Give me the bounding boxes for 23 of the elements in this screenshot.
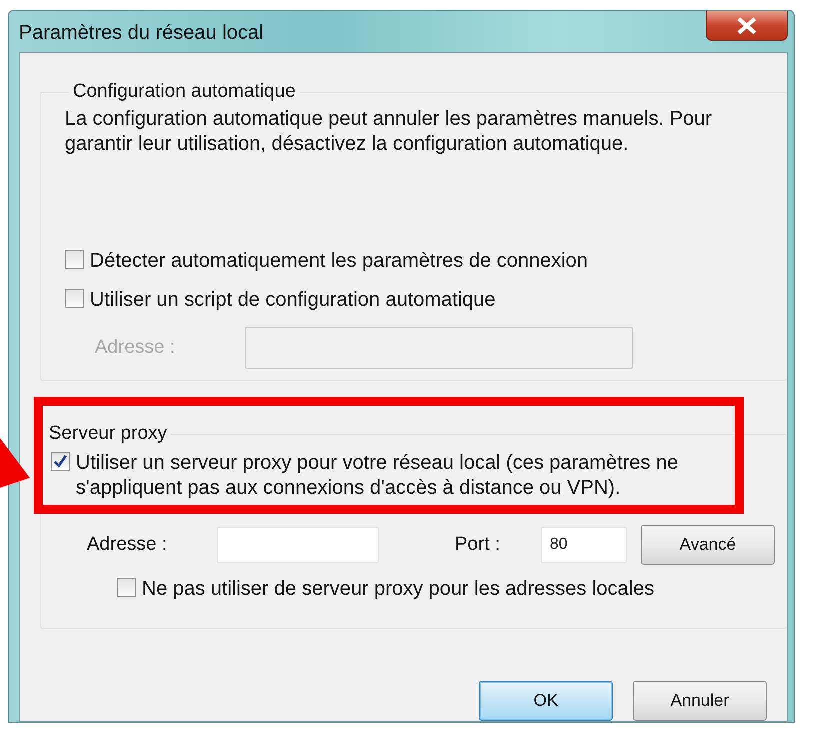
checkbox-label: Utiliser un serveur proxy pour votre réseau local (ces paramètres ne s'appliquent pas aux connexions d'accès à distance ou VPN). [76,451,680,501]
group-title: Configuration automatique [72,81,297,103]
checkbox-label: Ne pas utiliser de serveur proxy pour les adresses locales [142,577,654,602]
dialog-button[interactable]: Annuler [633,681,767,721]
proxy-address-field[interactable] [217,527,379,563]
description-text: La configuration automatique peut annuler les paramètres manuels. Pour garantir leur utilisation, désactivez la configuration automatique. [65,107,714,157]
checkbox-label: Utiliser un script de configuration automatique [90,288,496,313]
group-title: Serveur proxy [48,423,168,445]
checkbox[interactable] [117,578,136,597]
checkbox-label: Détecter automatiquement les paramètres de connexion [90,249,588,274]
checkbox[interactable] [65,250,84,269]
field-label: Port : [455,534,502,556]
close-button[interactable] [706,11,788,41]
dialog-button[interactable]: OK [479,681,613,721]
window-title: Paramètres du réseau local [19,22,264,45]
field-label: Adresse : [94,337,176,359]
port-field[interactable]: 80 [541,527,627,563]
checkbox[interactable] [51,452,70,471]
pointer-arrow [0,438,32,490]
checkbox[interactable] [65,289,84,308]
field-label: Adresse : [87,534,168,556]
close-icon [736,16,758,34]
advanced-button[interactable]: Avancé [641,525,775,565]
